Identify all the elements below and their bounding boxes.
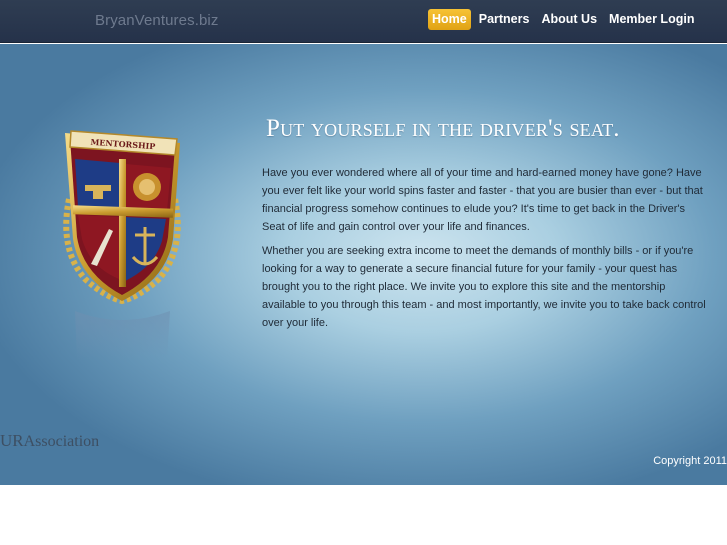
top-navigation-bar: BryanVentures.biz Home Partners About Us…	[0, 0, 727, 43]
hero-headline: Put yourself in the driver's seat.	[266, 115, 620, 142]
association-logo[interactable]: URAssociation	[0, 431, 99, 451]
main-nav: Home Partners About Us Member Login	[428, 9, 702, 30]
hero-section: MENTORSHIP Put yourself in the driver's …	[0, 44, 727, 485]
nav-home[interactable]: Home	[428, 9, 471, 30]
hero-paragraph-1: Have you ever wondered where all of your…	[262, 167, 703, 233]
mentorship-crest-icon: MENTORSHIP	[63, 130, 181, 359]
association-prefix: UR	[0, 431, 24, 450]
copyright-text: Copyright 2011	[653, 455, 727, 467]
site-name[interactable]: BryanVentures.biz	[95, 12, 218, 29]
nav-partners[interactable]: Partners	[475, 9, 534, 30]
nav-member-login[interactable]: Member Login	[605, 9, 698, 30]
nav-about-us[interactable]: About Us	[537, 9, 601, 30]
association-suffix: Association	[23, 433, 100, 450]
hero-paragraph-2: Whether you are seeking extra income to …	[262, 245, 706, 329]
